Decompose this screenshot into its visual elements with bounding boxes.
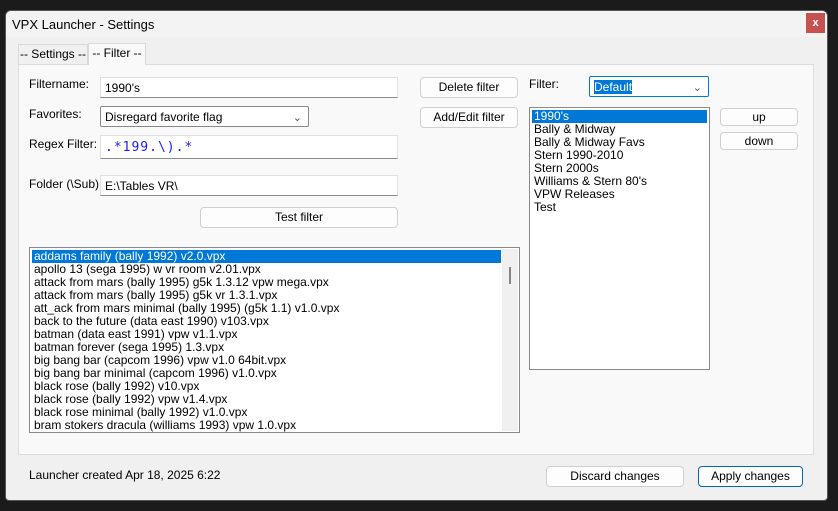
filter-list[interactable]: 1990's Bally & Midway Bally & Midway Fav… [529, 107, 710, 370]
tab-filter[interactable]: -- Filter -- [88, 43, 146, 65]
chevron-down-icon: ⌄ [692, 82, 702, 94]
settings-window: VPX Launcher - Settings x -- Settings --… [5, 10, 828, 501]
chevron-down-icon: ⌄ [292, 112, 302, 124]
favorites-value: Disregard favorite flag [105, 110, 223, 124]
filter-select-value: Default [594, 80, 633, 94]
apply-changes-button[interactable]: Apply changes [698, 466, 803, 487]
filter-list-item[interactable]: VPW Releases [532, 188, 707, 201]
filter-select-label: Filter: [529, 77, 559, 91]
filter-select[interactable]: Default ⌄ [589, 76, 709, 97]
table-list-item[interactable]: bram stokers dracula (williams 1993) vpw… [32, 419, 501, 432]
tables-list[interactable]: addams family (bally 1992) v2.0.vpx apol… [29, 247, 520, 433]
favorites-select[interactable]: Disregard favorite flag ⌄ [100, 106, 309, 127]
status-text: Launcher created Apr 18, 2025 6:22 [29, 468, 221, 482]
folder-label: Folder (\Sub): [29, 177, 103, 191]
scrollbar[interactable] [502, 249, 518, 431]
up-button[interactable]: up [720, 108, 798, 126]
regex-label: Regex Filter: [29, 137, 98, 151]
filter-panel: Filtername: 1990's Favorites: Disregard … [18, 64, 814, 455]
favorites-label: Favorites: [29, 107, 82, 121]
down-button[interactable]: down [720, 132, 798, 150]
tab-settings[interactable]: -- Settings -- [18, 44, 88, 64]
regex-input[interactable]: .*199.\).* [100, 135, 398, 159]
title-bar: VPX Launcher - Settings x [6, 11, 827, 37]
scrollbar-thumb[interactable] [509, 267, 511, 284]
filtername-input[interactable]: 1990's [100, 77, 398, 98]
filtername-label: Filtername: [29, 77, 90, 91]
discard-changes-button[interactable]: Discard changes [546, 466, 684, 487]
window-title: VPX Launcher - Settings [12, 17, 155, 32]
close-button[interactable]: x [806, 13, 825, 33]
delete-filter-button[interactable]: Delete filter [420, 77, 518, 98]
folder-input[interactable]: E:\Tables VR\ [100, 175, 398, 196]
add-edit-filter-button[interactable]: Add/Edit filter [420, 107, 518, 128]
filter-list-item[interactable]: Test [532, 201, 707, 214]
test-filter-button[interactable]: Test filter [200, 207, 398, 228]
